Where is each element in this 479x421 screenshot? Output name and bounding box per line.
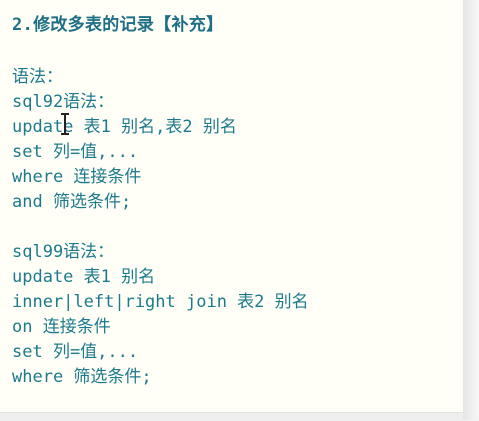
sql99-update-line: update 表1 别名 (12, 267, 156, 287)
section-heading: 2.修改多表的记录【补充】 (12, 15, 224, 35)
sql92-set-line: set 列=值,... (12, 142, 139, 162)
sql92-label: sql92语法： (12, 92, 115, 112)
sql99-where-line: where 筛选条件; (12, 367, 152, 387)
sql99-join-line: inner|left|right join 表2 别名 (12, 292, 309, 312)
sql99-label: sql99语法： (12, 242, 115, 262)
text-editor-area[interactable]: 2.修改多表的记录【补充】 语法： sql92语法： update 表1 别名,… (0, 0, 464, 412)
sql92-update-line: update 表1 别名,表2 别名 (12, 117, 237, 137)
text-cursor-icon (61, 113, 69, 135)
window-edge (463, 0, 479, 420)
syntax-label: 语法： (12, 67, 63, 87)
sql92-and-line: and 筛选条件; (12, 192, 132, 212)
sql92-where-line: where 连接条件 (12, 167, 142, 187)
sql99-on-line: on 连接条件 (12, 317, 111, 337)
sql99-set-line: set 列=值,... (12, 342, 139, 362)
